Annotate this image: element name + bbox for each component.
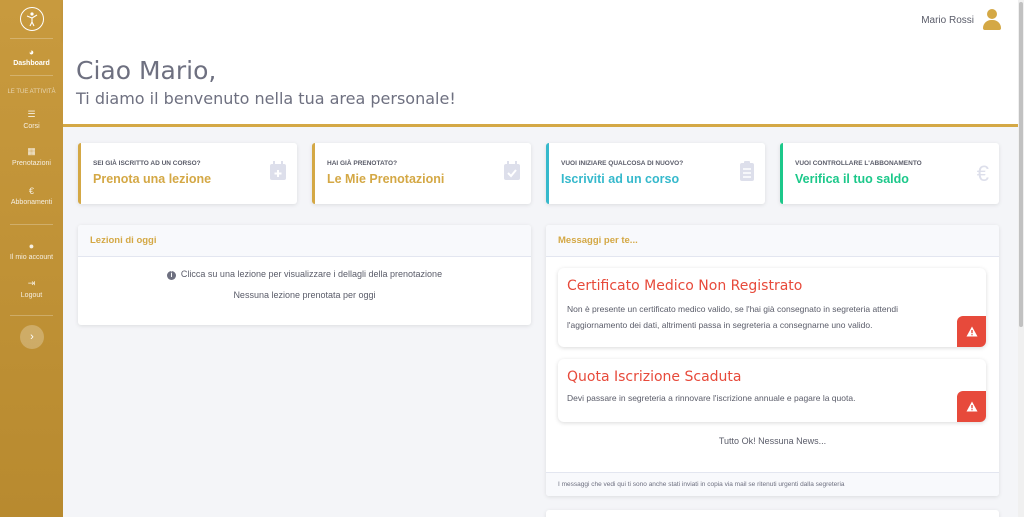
scrollbar[interactable]: [1018, 0, 1024, 517]
info-circle-icon: i: [166, 271, 176, 280]
sidebar-item-prenotazioni[interactable]: ▦ Prenotazioni: [0, 136, 63, 176]
card-kicker: SEI GIÀ ISCRITTO AD UN CORSO?: [93, 160, 201, 167]
clipboard-list-icon: [739, 161, 755, 187]
card-kicker: HAI GIÀ PRENOTATO?: [327, 160, 398, 167]
card-mie-prenotazioni[interactable]: HAI GIÀ PRENOTATO? Le Mie Prenotazioni: [312, 143, 531, 204]
sidebar: ◕ Dashboard LE TUE ATTIVITÀ ☰ Corsi ▦ Pr…: [0, 0, 63, 517]
lessons-info-text: Clicca su una lezione per visualizzare i…: [180, 269, 443, 279]
sidebar-item-account[interactable]: ● Il mio account: [0, 231, 63, 271]
list-icon: ☰: [27, 108, 36, 119]
sidebar-item-abbonamenti[interactable]: € Abbonamenti: [0, 176, 63, 216]
user-menu[interactable]: Mario Rossi: [921, 9, 1002, 31]
greeting: Ciao Mario,: [76, 56, 217, 85]
sidebar-item-logout[interactable]: ⇥ Logout: [0, 271, 63, 305]
message-title: Quota Iscrizione Scaduta: [567, 369, 742, 385]
sidebar-divider: [10, 315, 53, 316]
warning-icon: [957, 316, 986, 347]
sidebar-divider: [10, 75, 53, 76]
logout-icon: ⇥: [27, 277, 36, 288]
calendar-icon: ▦: [27, 145, 36, 156]
card-title: Prenota una lezione: [93, 172, 212, 186]
sidebar-item-label: Dashboard: [13, 60, 50, 67]
calendar-plus-icon: [269, 161, 287, 187]
sidebar-item-dashboard[interactable]: ◕ Dashboard: [0, 39, 63, 75]
message-card[interactable]: Certificato Medico Non Registrato Non è …: [558, 268, 986, 347]
card-title: Le Mie Prenotazioni: [327, 172, 445, 186]
card-title: Verifica il tuo saldo: [795, 172, 909, 186]
sidebar-item-label: Il mio account: [9, 254, 54, 261]
card-iscriviti-corso[interactable]: VUOI INIZIARE QUALCOSA DI NUOVO? Iscrivi…: [546, 143, 765, 204]
calendar-check-icon: [503, 161, 521, 187]
gauge-icon: ◕: [28, 47, 35, 57]
card-kicker: VUOI INIZIARE QUALCOSA DI NUOVO?: [561, 160, 684, 167]
message-title: Certificato Medico Non Registrato: [567, 278, 803, 294]
sidebar-toggle-button[interactable]: ›: [20, 325, 44, 349]
messages-panel-title: Messaggi per te...: [546, 225, 999, 257]
messages-footer: I messaggi che vedi qui ti sono anche st…: [546, 472, 999, 496]
sidebar-section-heading: LE TUE ATTIVITÀ: [7, 89, 56, 95]
sidebar-item-label: Abbonamenti: [10, 199, 53, 206]
lessons-panel-title: Lezioni di oggi: [78, 225, 531, 257]
sidebar-item-label: Logout: [20, 291, 43, 299]
scrollbar-thumb[interactable]: [1019, 2, 1023, 327]
sidebar-item-label: Corsi: [23, 122, 40, 130]
welcome-header: Ciao Mario, Ti diamo il benvenuto nella …: [63, 41, 1018, 127]
sidebar-item-label: Prenotazioni: [12, 159, 51, 167]
card-title: Iscriviti ad un corso: [561, 172, 680, 186]
user-name: Mario Rossi: [921, 14, 974, 26]
message-card[interactable]: Quota Iscrizione Scaduta Devi passare in…: [558, 359, 986, 422]
chevron-right-icon: ›: [30, 331, 34, 343]
logo[interactable]: [0, 0, 63, 38]
warning-icon: [957, 391, 986, 422]
sidebar-item-corsi[interactable]: ☰ Corsi: [0, 102, 63, 136]
euro-icon: €: [976, 161, 989, 186]
lessons-info: i Clicca su una lezione per visualizzare …: [78, 269, 531, 280]
user-avatar-icon: [982, 9, 1002, 31]
euro-icon: €: [28, 186, 34, 196]
messages-panel: Messaggi per te... Certificato Medico No…: [546, 225, 999, 496]
logo-icon: [19, 7, 44, 31]
next-panel-partial: [546, 510, 999, 517]
lessons-panel: Lezioni di oggi i Clicca su una lezione p…: [78, 225, 531, 325]
topbar: Mario Rossi: [63, 0, 1018, 41]
sidebar-divider: [10, 224, 53, 225]
messages-status: Tutto Ok! Nessuna News...: [718, 436, 827, 446]
card-kicker: VUOI CONTROLLARE L'ABBONAMENTO: [795, 160, 922, 167]
message-text: Devi passare in segreteria a rinnovare l…: [567, 393, 856, 403]
user-icon: ●: [28, 241, 35, 251]
lessons-empty-text: Nessuna lezione prenotata per oggi: [233, 290, 376, 300]
card-verifica-saldo[interactable]: VUOI CONTROLLARE L'ABBONAMENTO Verifica …: [780, 143, 999, 204]
welcome-subtitle: Ti diamo il benvenuto nella tua area per…: [76, 89, 456, 108]
card-prenota-lezione[interactable]: SEI GIÀ ISCRITTO AD UN CORSO? Prenota un…: [78, 143, 297, 204]
message-text: Non è presente un certificato medico val…: [567, 304, 898, 330]
